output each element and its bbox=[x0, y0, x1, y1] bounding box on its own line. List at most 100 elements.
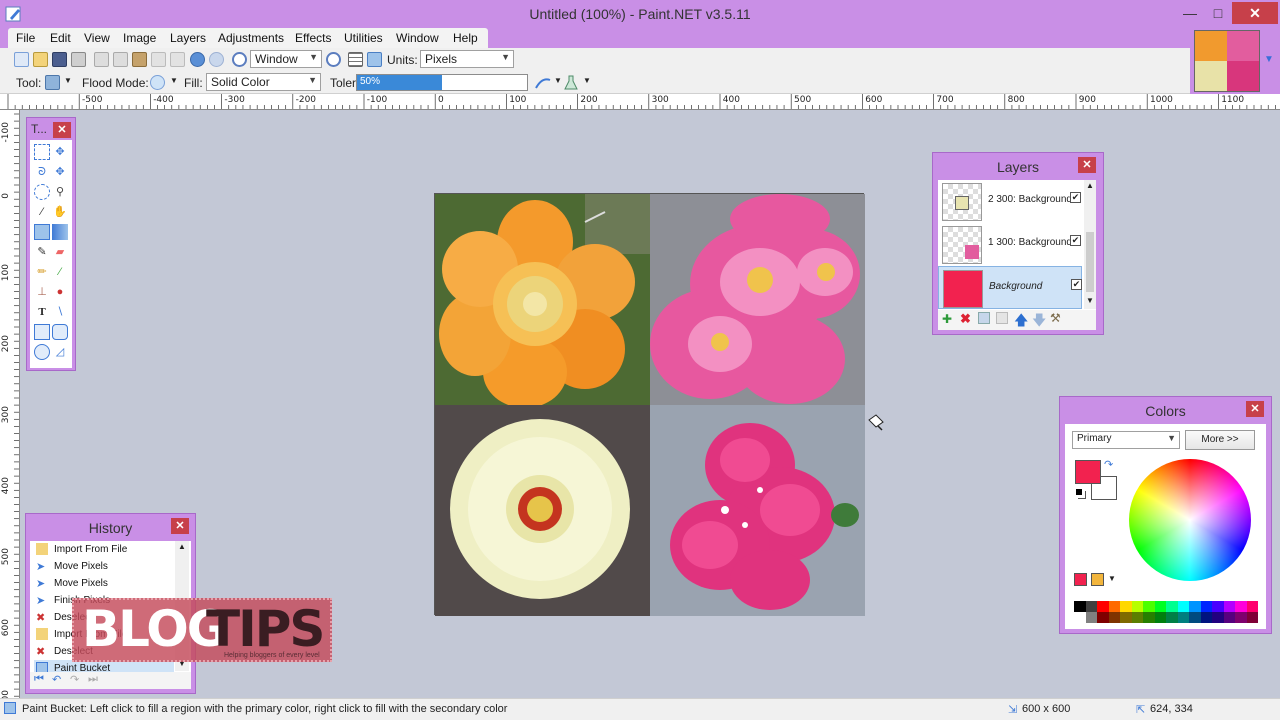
zoom-dropdown[interactable]: Window ▼ bbox=[250, 50, 322, 68]
deselect-icon[interactable] bbox=[170, 52, 185, 67]
palette-swatch[interactable] bbox=[1074, 612, 1086, 623]
move-selected-tool-icon[interactable]: ✥ bbox=[52, 164, 68, 180]
history-item[interactable]: Import From File bbox=[34, 541, 174, 558]
palette-swatch[interactable] bbox=[1097, 601, 1109, 612]
undo-icon[interactable] bbox=[190, 52, 205, 67]
freeform-shape-tool-icon[interactable]: ◿ bbox=[52, 344, 68, 360]
palette-swatch[interactable] bbox=[1246, 601, 1258, 612]
antialiasing-dropdown-icon[interactable]: ▼ bbox=[554, 76, 562, 85]
menu-adjustments[interactable]: Adjustments bbox=[218, 31, 284, 45]
palette-swatch[interactable] bbox=[1223, 612, 1235, 623]
palette-swatch[interactable] bbox=[1235, 601, 1247, 612]
grid-icon[interactable] bbox=[348, 52, 363, 67]
fill-dropdown[interactable]: Solid Color ▼ bbox=[206, 73, 321, 91]
palette-swatch[interactable] bbox=[1189, 612, 1201, 623]
menu-layers[interactable]: Layers bbox=[170, 31, 206, 45]
zoom-in-icon[interactable] bbox=[326, 52, 341, 67]
flood-mode-dropdown-icon[interactable]: ▼ bbox=[170, 76, 178, 85]
layer-visibility-checkbox[interactable]: ✔ bbox=[1070, 192, 1081, 203]
palette-swatch[interactable] bbox=[1154, 601, 1166, 612]
redo-icon[interactable]: ↷ bbox=[70, 673, 79, 686]
colors-window[interactable]: Colors ✕ Primary ▼ More >> ↷ ▼ bbox=[1059, 396, 1272, 634]
menu-help[interactable]: Help bbox=[453, 31, 478, 45]
palette-swatch[interactable] bbox=[1212, 612, 1224, 623]
blend-mode-dropdown-icon[interactable]: ▼ bbox=[583, 76, 591, 85]
palette-swatch[interactable] bbox=[1120, 601, 1132, 612]
eraser-tool-icon[interactable]: ▰ bbox=[52, 244, 68, 260]
move-layer-down-icon[interactable]: 🡇 bbox=[1032, 310, 1046, 334]
tool-dropdown-icon[interactable]: ▼ bbox=[64, 76, 72, 85]
palette-swatch[interactable] bbox=[1177, 612, 1189, 623]
layer-row[interactable]: 1 300: Background ✔ bbox=[938, 223, 1082, 266]
tolerance-slider[interactable]: 50% bbox=[356, 74, 528, 91]
paste-icon[interactable] bbox=[132, 52, 147, 67]
undo-icon[interactable]: ↶ bbox=[52, 673, 61, 686]
open-icon[interactable] bbox=[33, 52, 48, 67]
swap-colors-icon[interactable]: ↷ bbox=[1104, 458, 1113, 471]
image-canvas[interactable] bbox=[434, 193, 865, 616]
lasso-select-tool-icon[interactable]: ᘐ bbox=[34, 164, 50, 180]
history-close-button[interactable]: ✕ bbox=[171, 518, 189, 534]
menu-window[interactable]: Window bbox=[396, 31, 439, 45]
image-thumbnail[interactable] bbox=[1194, 30, 1260, 92]
palette-swatch[interactable] bbox=[1085, 601, 1097, 612]
primary-color-swatch[interactable] bbox=[1075, 460, 1101, 484]
menu-effects[interactable]: Effects bbox=[295, 31, 331, 45]
palette-swatch[interactable] bbox=[1108, 612, 1120, 623]
palette-swatch[interactable] bbox=[1154, 612, 1166, 623]
rectangle-tool-icon[interactable] bbox=[34, 324, 50, 340]
palette-swatch[interactable] bbox=[1189, 601, 1201, 612]
layers-window[interactable]: Layers ✕ 2 300: Background ✔ 1 300: Back… bbox=[932, 152, 1104, 335]
scrollbar-thumb[interactable] bbox=[1086, 232, 1094, 292]
reset-colors-icon[interactable] bbox=[1075, 488, 1083, 496]
more-colors-button[interactable]: More >> bbox=[1185, 430, 1255, 450]
paint-bucket-icon[interactable] bbox=[45, 75, 60, 90]
palette-swatch[interactable] bbox=[1166, 612, 1178, 623]
layer-properties-icon[interactable]: ⚒ bbox=[1050, 311, 1061, 325]
layer-visibility-checkbox[interactable]: ✔ bbox=[1071, 279, 1082, 290]
scroll-up-icon[interactable]: ▲ bbox=[178, 542, 186, 551]
thumbnail-dropdown-icon[interactable]: ▼ bbox=[1264, 54, 1274, 65]
color-wheel[interactable] bbox=[1129, 459, 1251, 581]
menu-file[interactable]: File bbox=[16, 31, 35, 45]
delete-layer-icon[interactable]: ✖ bbox=[960, 311, 971, 327]
new-icon[interactable] bbox=[14, 52, 29, 67]
rulers-toggle-icon[interactable] bbox=[367, 52, 382, 67]
clone-stamp-tool-icon[interactable]: ⊥ bbox=[34, 284, 50, 300]
rounded-rectangle-tool-icon[interactable] bbox=[52, 324, 68, 340]
copy-icon[interactable] bbox=[113, 52, 128, 67]
palette-swatch[interactable] bbox=[1212, 601, 1224, 612]
print-icon[interactable] bbox=[71, 52, 86, 67]
crop-icon[interactable] bbox=[151, 52, 166, 67]
palette-swatch[interactable] bbox=[1074, 601, 1086, 612]
antialiasing-icon[interactable] bbox=[534, 75, 552, 91]
flood-mode-icon[interactable] bbox=[150, 75, 165, 90]
layer-visibility-checkbox[interactable]: ✔ bbox=[1070, 235, 1081, 246]
palette-swatch[interactable] bbox=[1223, 601, 1235, 612]
add-layer-icon[interactable]: ✚ bbox=[942, 312, 952, 326]
menu-utilities[interactable]: Utilities bbox=[344, 31, 383, 45]
text-tool-icon[interactable]: T bbox=[34, 304, 50, 320]
gradient-tool-icon[interactable] bbox=[52, 224, 68, 240]
recolor-tool-icon[interactable]: ● bbox=[52, 284, 68, 300]
rewind-icon[interactable]: ⏮ bbox=[34, 673, 44, 686]
menu-image[interactable]: Image bbox=[123, 31, 156, 45]
zoom-icon[interactable] bbox=[232, 52, 247, 67]
paintbrush-tool-icon[interactable]: ✎ bbox=[34, 244, 50, 260]
palette-swatch[interactable] bbox=[1097, 612, 1109, 623]
pan-tool-icon[interactable]: ✋ bbox=[52, 204, 68, 220]
line-curve-tool-icon[interactable]: ∖ bbox=[52, 304, 68, 320]
zoom-tool-icon[interactable]: ⚲ bbox=[52, 184, 68, 200]
maximize-button[interactable]: □ bbox=[1204, 2, 1232, 24]
palette-menu-icon[interactable] bbox=[1091, 573, 1104, 586]
palette-swatch[interactable] bbox=[1143, 612, 1155, 623]
tools-close-button[interactable]: ✕ bbox=[53, 122, 71, 138]
ellipse-tool-icon[interactable] bbox=[34, 344, 50, 360]
close-button[interactable]: ✕ bbox=[1232, 2, 1278, 24]
palette-swatch[interactable] bbox=[1246, 612, 1258, 623]
redo-icon[interactable] bbox=[209, 52, 224, 67]
menu-edit[interactable]: Edit bbox=[50, 31, 71, 45]
palette-swatch[interactable] bbox=[1177, 601, 1189, 612]
layer-row[interactable]: 2 300: Background ✔ bbox=[938, 180, 1082, 223]
paint-bucket-tool-icon[interactable] bbox=[34, 224, 50, 240]
